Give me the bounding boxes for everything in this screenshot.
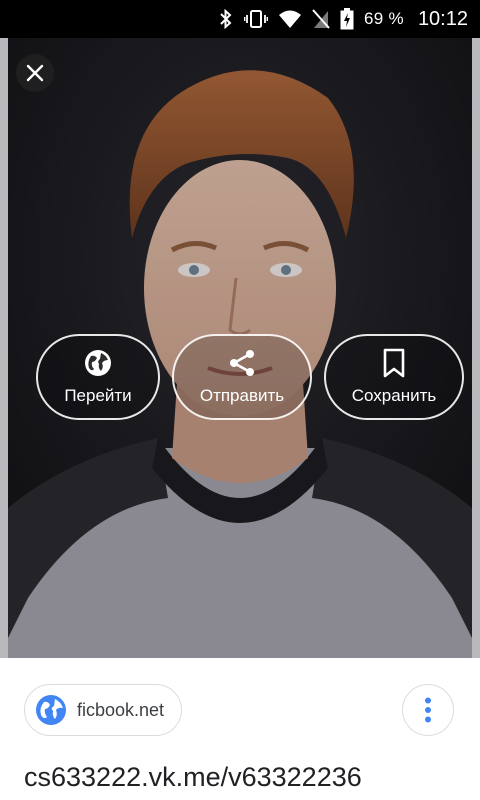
send-button[interactable]: Отправить bbox=[172, 334, 312, 420]
globe-icon bbox=[36, 695, 66, 725]
share-icon bbox=[230, 350, 254, 376]
globe-icon bbox=[85, 350, 111, 376]
vibrate-icon bbox=[243, 9, 268, 29]
save-button[interactable]: Сохранить bbox=[324, 334, 464, 420]
no-sim-icon bbox=[312, 9, 330, 29]
bookmark-icon bbox=[383, 348, 405, 378]
more-vert-icon bbox=[425, 697, 431, 723]
status-bar: 69 % 10:12 bbox=[0, 0, 480, 38]
save-button-label: Сохранить bbox=[351, 386, 437, 405]
source-label: ficbook.net bbox=[77, 699, 165, 720]
image-edge-right bbox=[472, 38, 480, 658]
source-chip[interactable]: ficbook.net bbox=[24, 684, 182, 736]
image-edge-left bbox=[0, 38, 8, 658]
bluetooth-icon bbox=[218, 9, 234, 29]
status-time: 10:12 bbox=[417, 7, 468, 30]
close-button[interactable] bbox=[16, 54, 54, 92]
close-icon bbox=[26, 64, 44, 82]
go-button-label: Перейти bbox=[64, 386, 132, 405]
send-button-label: Отправить bbox=[199, 386, 285, 405]
battery-percent: 69 % bbox=[363, 9, 404, 28]
battery-charging-icon bbox=[340, 8, 354, 30]
more-options-button[interactable] bbox=[402, 684, 454, 736]
image-url: cs633222.vk.me/v63322236 bbox=[24, 762, 362, 792]
wifi-icon bbox=[278, 9, 302, 29]
image-info-panel: ficbook.net cs633222.vk.me/v63322236 bbox=[0, 658, 480, 800]
go-button[interactable]: Перейти bbox=[36, 334, 160, 420]
